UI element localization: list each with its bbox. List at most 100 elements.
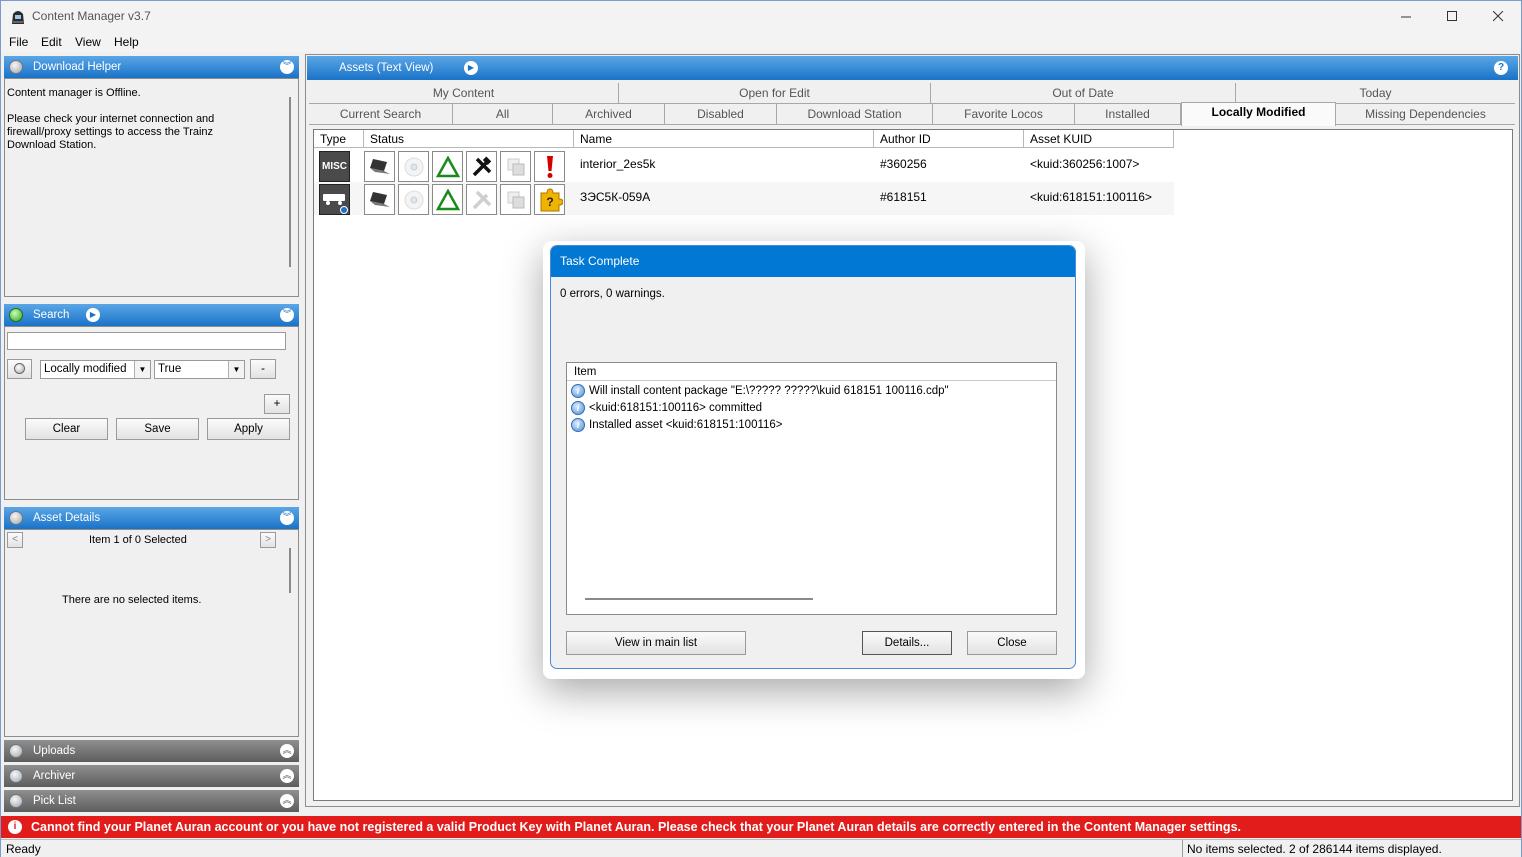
- offline-text: Content manager is Offline.: [7, 87, 141, 99]
- uploads-title: Uploads: [33, 745, 76, 757]
- collapse-chevron-icon[interactable]: ︾: [280, 60, 294, 74]
- add-criteria-button[interactable]: +: [264, 394, 290, 414]
- dropdown-arrow-icon[interactable]: ▼: [134, 361, 150, 378]
- menu-bar: File Edit View Help: [1, 32, 1521, 52]
- dialog-close-button[interactable]: Close: [967, 631, 1057, 655]
- col-asset-kuid[interactable]: Asset KUID: [1024, 130, 1174, 148]
- download-helper-title: Download Helper: [33, 61, 122, 73]
- expand-chevron-icon[interactable]: ︽: [280, 769, 294, 783]
- close-window-button[interactable]: [1475, 1, 1521, 32]
- item-counter: Item 1 of 0 Selected: [89, 534, 187, 546]
- archiver-title: Archiver: [33, 770, 76, 782]
- asset-name: interior_2es5k: [580, 157, 656, 171]
- expand-chevron-icon[interactable]: ︽: [280, 794, 294, 808]
- col-name[interactable]: Name: [574, 130, 874, 148]
- asset-author-id: #360256: [880, 157, 927, 171]
- alert-info-icon: i: [8, 820, 22, 834]
- search-toggle-button[interactable]: [7, 359, 32, 379]
- col-author-id[interactable]: Author ID: [874, 130, 1024, 148]
- minimize-button[interactable]: [1383, 1, 1429, 32]
- col-type[interactable]: Type: [314, 130, 364, 148]
- clear-button[interactable]: Clear: [25, 418, 108, 440]
- copy-disabled-icon: [500, 151, 531, 182]
- tab-all[interactable]: All: [453, 104, 553, 125]
- menu-view[interactable]: View: [75, 35, 101, 49]
- prev-item-button[interactable]: <: [7, 532, 23, 548]
- tab-download-station[interactable]: Download Station: [777, 104, 933, 125]
- tab-current-search[interactable]: Current Search: [309, 104, 453, 125]
- next-item-button[interactable]: >: [260, 532, 276, 548]
- tab-my-content[interactable]: My Content: [309, 83, 619, 104]
- menu-help[interactable]: Help: [114, 35, 139, 49]
- search-options-arrow-icon[interactable]: ▶: [86, 308, 100, 322]
- table-row[interactable]: ? ЗЭС5К-059А #618151 <kuid:618151:100116…: [314, 182, 1174, 215]
- search-value-select[interactable]: True ▼: [154, 360, 245, 379]
- asset-details-header[interactable]: Asset Details ︾: [4, 507, 299, 529]
- asset-author-id: #618151: [880, 190, 927, 204]
- menu-file[interactable]: File: [9, 35, 28, 49]
- tools-disabled-icon: [466, 184, 497, 215]
- col-status[interactable]: Status: [364, 130, 574, 148]
- asset-details-scrollbar[interactable]: [289, 548, 291, 593]
- list-item[interactable]: i Installed asset <kuid:618151:100116>: [571, 417, 783, 433]
- list-item[interactable]: i Will install content package "E:\?????…: [571, 383, 949, 399]
- list-item[interactable]: i <kuid:618151:100116> committed: [571, 400, 762, 416]
- tab-installed[interactable]: Installed: [1075, 104, 1181, 125]
- pick-list-status-icon: [9, 794, 23, 808]
- offline-message: Please check your internet connection an…: [7, 113, 215, 151]
- copy-disabled-icon: [500, 184, 531, 215]
- tab-missing-dependencies[interactable]: Missing Dependencies: [1336, 104, 1515, 125]
- asset-kuid: <kuid:360256:1007>: [1030, 157, 1140, 171]
- ok-triangle-icon: [432, 151, 463, 182]
- view-options-arrow-icon[interactable]: ▶: [464, 61, 478, 75]
- tab-disabled[interactable]: Disabled: [665, 104, 777, 125]
- dialog-summary: 0 errors, 0 warnings.: [560, 288, 665, 300]
- message-text: <kuid:618151:100116> committed: [589, 402, 763, 414]
- account-alert-bar: i Cannot find your Planet Auran account …: [1, 816, 1521, 838]
- cd-disc-icon: [398, 184, 429, 215]
- download-helper-scrollbar[interactable]: [289, 97, 291, 267]
- menu-edit[interactable]: Edit: [41, 35, 62, 49]
- maximize-icon: [1446, 11, 1457, 21]
- asset-details-title: Asset Details: [33, 512, 101, 524]
- tab-locally-modified[interactable]: Locally Modified: [1181, 102, 1336, 126]
- search-status-icon: [9, 308, 23, 322]
- table-row[interactable]: MISC interior_2es5k #360256 <kuid:360256…: [314, 149, 1174, 182]
- search-header[interactable]: Search ▶ ︾: [4, 304, 299, 326]
- search-field-select[interactable]: Locally modified ▼: [40, 360, 151, 379]
- tab-out-of-date[interactable]: Out of Date: [931, 83, 1236, 104]
- dialog-message-list: Item i Will install content package "E:\…: [566, 362, 1057, 615]
- collapse-chevron-icon[interactable]: ︾: [280, 308, 294, 322]
- dialog-list-scrollbar[interactable]: [585, 598, 813, 600]
- expand-chevron-icon[interactable]: ︽: [280, 744, 294, 758]
- pick-list-header[interactable]: Pick List ︽: [4, 790, 299, 812]
- help-icon[interactable]: ?: [1494, 61, 1508, 75]
- tab-archived[interactable]: Archived: [553, 104, 665, 125]
- apply-button[interactable]: Apply: [207, 418, 290, 440]
- tab-favorite-locos[interactable]: Favorite Locos: [933, 104, 1075, 125]
- asset-details-status-icon: [9, 511, 23, 525]
- search-input[interactable]: [7, 332, 286, 350]
- collapse-chevron-icon[interactable]: ︾: [280, 511, 294, 525]
- search-title: Search: [33, 309, 70, 321]
- download-helper-header[interactable]: Download Helper ︾: [4, 56, 299, 78]
- maximize-button[interactable]: [1429, 1, 1475, 32]
- status-ready: Ready: [6, 842, 41, 856]
- task-complete-dialog: Task Complete 0 errors, 0 warnings. Item…: [550, 245, 1076, 669]
- dialog-list-header[interactable]: Item: [567, 363, 1056, 381]
- error-exclamation-icon: [534, 151, 565, 182]
- asset-name: ЗЭС5К-059А: [580, 190, 651, 204]
- uploads-header[interactable]: Uploads ︽: [4, 740, 299, 762]
- view-in-main-list-button[interactable]: View in main list: [566, 631, 746, 655]
- save-button[interactable]: Save: [116, 418, 199, 440]
- cd-disc-icon: [398, 151, 429, 182]
- message-text: Will install content package "E:\????? ?…: [589, 385, 949, 397]
- dropdown-arrow-icon[interactable]: ▼: [228, 361, 244, 378]
- tab-open-for-edit[interactable]: Open for Edit: [619, 83, 931, 104]
- message-text: Installed asset <kuid:618151:100116>: [589, 419, 783, 431]
- search-field-value: Locally modified: [44, 363, 127, 375]
- remove-criteria-button[interactable]: -: [250, 359, 276, 379]
- details-button[interactable]: Details...: [862, 631, 952, 655]
- tab-today[interactable]: Today: [1236, 83, 1515, 104]
- archiver-header[interactable]: Archiver ︽: [4, 765, 299, 787]
